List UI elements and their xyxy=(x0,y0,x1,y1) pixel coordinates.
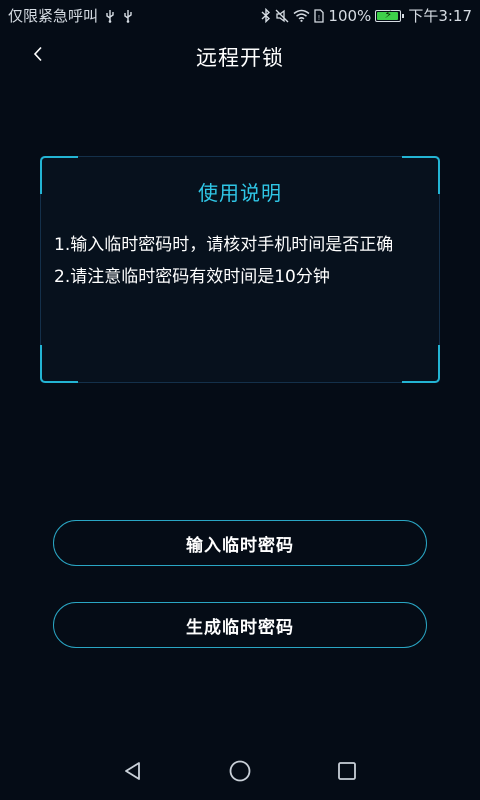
mute-icon xyxy=(275,9,289,23)
page-title: 远程开锁 xyxy=(196,46,284,70)
svg-text:!: ! xyxy=(318,15,320,22)
card-corner xyxy=(402,345,440,383)
charging-bolt-icon: ⚡ xyxy=(384,7,393,21)
nav-recent-button[interactable] xyxy=(330,756,364,790)
status-bar: 仅限紧急呼叫 ! 100% ⚡ 下午3:17 xyxy=(0,0,480,30)
instruction-line: 2.请注意临时密码有效时间是10分钟 xyxy=(54,267,330,287)
carrier-text: 仅限紧急呼叫 xyxy=(8,7,99,25)
nav-back-button[interactable] xyxy=(116,756,150,790)
enter-temp-password-button[interactable]: 输入临时密码 xyxy=(53,520,427,566)
sim-icon: ! xyxy=(314,8,325,23)
system-nav-bar xyxy=(0,746,480,800)
status-right: ! 100% ⚡ 下午3:17 xyxy=(261,5,472,26)
instructions-card: 使用说明 1.输入临时密码时，请核对手机时间是否正确 2.请注意临时密码有效时间… xyxy=(40,156,440,383)
instruction-line: 1.输入临时密码时，请核对手机时间是否正确 xyxy=(54,235,394,255)
clock: 下午3:17 xyxy=(408,7,472,25)
instructions-body: 1.输入临时密码时，请核对手机时间是否正确 2.请注意临时密码有效时间是10分钟 xyxy=(54,229,425,293)
usb-icon xyxy=(104,9,116,23)
recent-square-icon xyxy=(336,760,358,786)
battery-icon: ⚡ xyxy=(375,7,405,22)
card-corner xyxy=(40,345,78,383)
bluetooth-icon xyxy=(261,8,271,23)
status-left: 仅限紧急呼叫 xyxy=(8,5,134,26)
nav-home-button[interactable] xyxy=(223,756,257,790)
generate-temp-password-button[interactable]: 生成临时密码 xyxy=(53,602,427,648)
wifi-icon xyxy=(293,9,310,22)
app-header: 远程开锁 xyxy=(0,30,480,82)
battery-percent: 100% xyxy=(328,6,372,25)
home-circle-icon xyxy=(228,759,252,787)
instructions-title: 使用说明 xyxy=(198,181,282,205)
usb-icon xyxy=(122,9,134,23)
back-triangle-icon xyxy=(122,760,144,786)
